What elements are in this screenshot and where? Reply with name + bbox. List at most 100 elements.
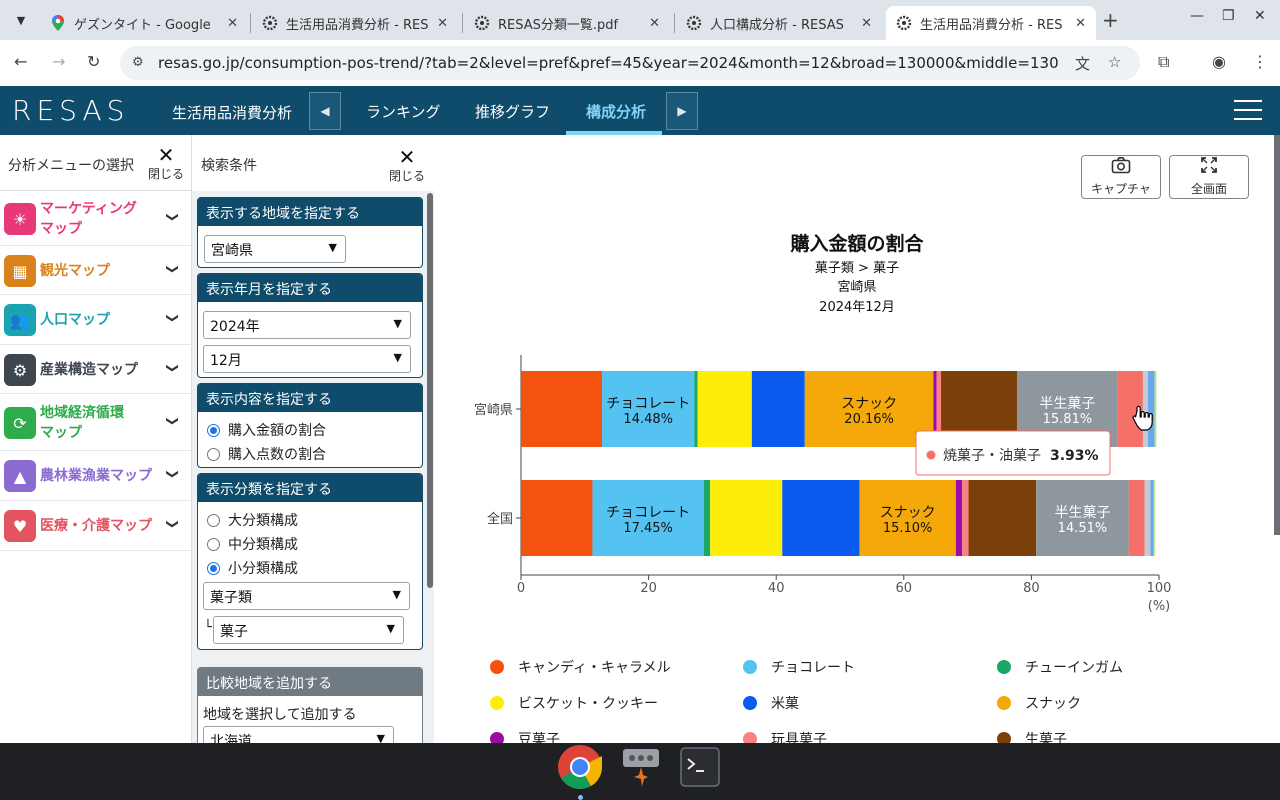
bar-segment[interactable] [1142, 371, 1149, 447]
tab-close-icon[interactable]: ✕ [227, 16, 238, 31]
radio-purchase-amount[interactable]: 購入金額の割合 [207, 420, 326, 440]
minimize-icon[interactable]: — [1190, 8, 1204, 24]
tab-close-icon[interactable]: ✕ [437, 16, 448, 31]
profile-icon[interactable]: ◉ [1212, 52, 1226, 71]
compare-region-value: 北海道 [210, 734, 252, 743]
legend-item[interactable]: 米菓 [743, 693, 799, 713]
bar-segment[interactable] [1154, 371, 1157, 447]
radio-middle-class[interactable]: 中分類構成 [207, 534, 298, 554]
search-panel-close-button[interactable]: ✕ 閉じる [387, 147, 427, 187]
tab-ranking[interactable]: ランキング [366, 101, 441, 122]
bar-segment[interactable] [521, 480, 593, 556]
menu-item-1[interactable]: ☀ マーケティング マップ ❯ [0, 191, 192, 246]
app-title[interactable]: 生活用品消費分析 [172, 102, 292, 123]
browser-menu-icon[interactable]: ⋮ [1252, 52, 1268, 71]
new-tab-icon[interactable]: + [1102, 8, 1119, 32]
chrome-icon[interactable] [556, 743, 604, 791]
restore-icon[interactable]: ❐ [1222, 8, 1235, 24]
bar-segment[interactable] [697, 371, 752, 447]
tab-close-icon[interactable]: ✕ [861, 16, 872, 31]
tab-close-icon[interactable]: ✕ [1075, 16, 1086, 31]
hamburger-menu-icon[interactable] [1234, 100, 1262, 120]
forward-icon[interactable]: → [52, 52, 65, 71]
bar-segment[interactable] [1150, 480, 1154, 556]
extensions-icon[interactable]: ⧉ [1158, 52, 1169, 72]
chevron-down-icon: ❯ [166, 312, 181, 324]
search-panel-title: 検索条件 [201, 158, 257, 174]
browser-tab-5-active[interactable]: 生活用品消費分析 - RES ✕ [886, 6, 1096, 40]
radio-minor-class[interactable]: 小分類構成 [207, 558, 298, 578]
bar-segment[interactable] [521, 371, 603, 447]
tab-close-icon[interactable]: ✕ [649, 16, 660, 31]
address-bar[interactable]: ⚙ resas.go.jp/consumption-pos-trend/?tab… [120, 46, 1140, 80]
browser-tab-1[interactable]: ゲズンタイト - Google ✕ [40, 6, 248, 40]
bar-segment[interactable] [694, 371, 698, 447]
chevron-down-icon: ▼ [376, 732, 385, 743]
browser-tab-3[interactable]: RESAS分類一覧.pdf ✕ [464, 6, 670, 40]
region-select[interactable]: 宮崎県 ▼ [204, 235, 346, 263]
bar-segment[interactable] [1144, 480, 1151, 556]
legend-item[interactable]: チョコレート [743, 657, 855, 677]
category-select[interactable]: 菓子類 ▼ [203, 582, 410, 610]
legend-item[interactable]: スナック [997, 693, 1081, 713]
reload-icon[interactable]: ↻ [87, 52, 100, 71]
tab-search-icon[interactable]: ▼ [8, 7, 34, 33]
analysis-menu-close-button[interactable]: ✕ 閉じる [146, 145, 186, 185]
bar-segment[interactable] [1128, 480, 1145, 556]
chevron-down-icon: ▼ [328, 241, 337, 254]
year-select[interactable]: 2024年 ▼ [203, 311, 411, 339]
bookmark-star-icon[interactable]: ☆ [1108, 53, 1121, 71]
tab-composition[interactable]: 構成分析 [586, 101, 646, 122]
bar-segment[interactable] [1153, 480, 1155, 556]
caret-left-icon: ◀ [320, 104, 330, 118]
resas-logo[interactable]: RESAS [12, 94, 129, 127]
site-info-icon[interactable]: ⚙ [132, 55, 144, 70]
map-icon: ▦ [4, 255, 36, 287]
legend-label: チューインガム [1025, 660, 1123, 676]
legend-label: スナック [1025, 696, 1081, 712]
bar-segment[interactable] [968, 480, 1037, 556]
stacked-bar-chart[interactable]: 宮崎県全国チョコレート14.48%スナック20.16%半生菓子15.81%チョコ… [434, 135, 1280, 635]
tab-title: 人口構成分析 - RESAS [710, 17, 844, 33]
panel-scrollbar[interactable] [427, 193, 433, 588]
legend-item[interactable]: キャンディ・キャラメル [490, 657, 671, 677]
browser-tab-4[interactable]: 人口構成分析 - RESAS ✕ [676, 6, 882, 40]
tabs-next-button[interactable]: ▶ [666, 92, 698, 130]
menu-item-7[interactable]: ♥ 医療・介護マップ ❯ [0, 501, 192, 551]
bar-segment[interactable] [955, 480, 963, 556]
window-close-icon[interactable]: ✕ [1254, 8, 1266, 24]
menu-item-label-line: 人口マップ [40, 312, 110, 328]
back-icon[interactable]: ← [14, 52, 27, 71]
menu-item-4[interactable]: ⚙ 産業構造マップ ❯ [0, 345, 192, 394]
translate-icon[interactable]: 文 [1075, 53, 1090, 74]
menu-item-label: 人口マップ [40, 310, 110, 330]
tab-trend-graph[interactable]: 推移グラフ [475, 101, 550, 122]
radio-major-class[interactable]: 大分類構成 [207, 510, 298, 530]
compare-region-select[interactable]: 北海道 ▼ [203, 726, 394, 743]
menu-item-2[interactable]: ▦ 観光マップ ❯ [0, 246, 192, 295]
radio-purchase-count[interactable]: 購入点数の割合 [207, 444, 326, 464]
bar-segment[interactable] [710, 480, 783, 556]
legend-item[interactable]: ビスケット・クッキー [490, 693, 658, 713]
tab-separator [250, 13, 251, 33]
bar-segment[interactable] [703, 480, 711, 556]
menu-item-6[interactable]: ▲ 農林業漁業マップ ❯ [0, 451, 192, 501]
menu-item-label-line: 観光マップ [40, 263, 110, 279]
analysis-menu-header: 分析メニューの選択 ✕ 閉じる [0, 135, 192, 191]
month-select[interactable]: 12月 ▼ [203, 345, 411, 373]
menu-item-3[interactable]: 👥 人口マップ ❯ [0, 295, 192, 345]
subcategory-select[interactable]: 菓子 ▼ [213, 616, 404, 644]
files-icon[interactable] [622, 747, 660, 787]
bar-segment[interactable] [1148, 371, 1155, 447]
compare-card: 比較地域を追加する 地域を選択して追加する 北海道 ▼ [197, 667, 423, 743]
browser-tab-2[interactable]: 生活用品消費分析 - RES ✕ [252, 6, 458, 40]
bar-segment[interactable] [782, 480, 860, 556]
tabs-prev-button[interactable]: ◀ [309, 92, 341, 130]
main-scrollbar[interactable] [1274, 135, 1280, 535]
menu-item-5[interactable]: ⟳ 地域経済循環 マップ ❯ [0, 394, 192, 451]
terminal-icon[interactable] [680, 747, 720, 787]
bar-segment[interactable] [751, 371, 805, 447]
bar-segment[interactable] [962, 480, 969, 556]
radio-dot [207, 513, 220, 527]
legend-item[interactable]: チューインガム [997, 657, 1123, 677]
